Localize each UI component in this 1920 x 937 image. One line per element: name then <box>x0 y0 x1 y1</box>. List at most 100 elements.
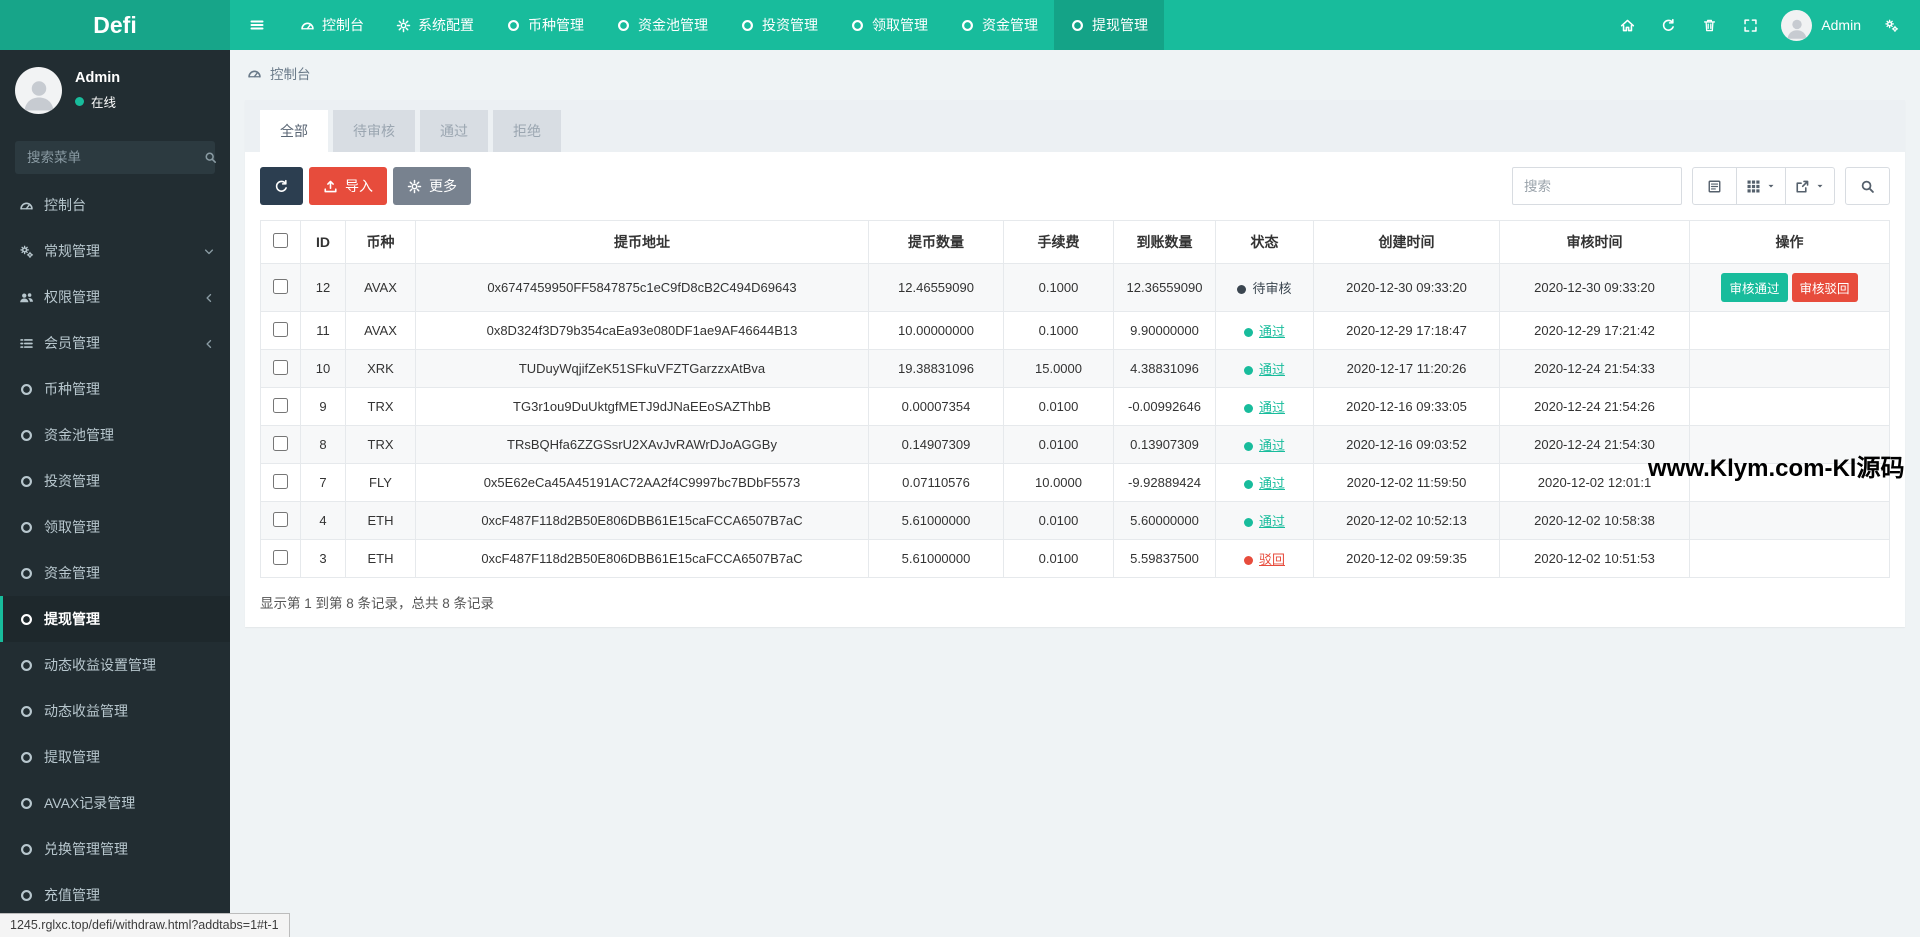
circle-icon <box>19 566 34 581</box>
sidebar-item-7[interactable]: 领取管理 <box>0 504 230 550</box>
sidebar-item-0[interactable]: 控制台 <box>0 182 230 228</box>
tab-2[interactable]: 通过 <box>420 110 488 152</box>
status-badge[interactable]: 通过 <box>1244 324 1285 339</box>
nav-item-5[interactable]: 领取管理 <box>834 0 944 50</box>
row-select-cell <box>261 540 301 578</box>
select-all-checkbox[interactable] <box>273 233 288 248</box>
sidebar-item-6[interactable]: 投资管理 <box>0 458 230 504</box>
cell-status: 通过 <box>1216 312 1314 350</box>
cell-withdraw-address: TRsBQHfa6ZZGSsrU2XAvJvRAWrDJoAGGBy <box>416 426 869 464</box>
filter-tabs: 全部 待审核 通过 拒绝 <box>260 110 1890 152</box>
user-menu[interactable]: Admin <box>1771 10 1871 41</box>
refresh-button[interactable] <box>1648 0 1689 50</box>
row-select-cell <box>261 426 301 464</box>
cell-amount: 0.00007354 <box>869 388 1004 426</box>
menu-search-input[interactable] <box>27 150 204 165</box>
cell-id: 11 <box>301 312 346 350</box>
cell-coin: FLY <box>346 464 416 502</box>
row-checkbox[interactable] <box>273 360 288 375</box>
sidebar-toggle-button[interactable] <box>230 0 284 50</box>
sidebar-item-label: 充值管理 <box>44 885 100 905</box>
cell-actions <box>1690 350 1890 388</box>
row-checkbox[interactable] <box>273 322 288 337</box>
row-checkbox[interactable] <box>273 512 288 527</box>
sidebar-item-12[interactable]: 提取管理 <box>0 734 230 780</box>
export-button[interactable] <box>1785 167 1835 205</box>
sidebar-item-4[interactable]: 币种管理 <box>0 366 230 412</box>
cell-amount: 5.61000000 <box>869 502 1004 540</box>
nav-item-7[interactable]: 提现管理 <box>1054 0 1164 50</box>
sidebar-search <box>15 141 215 174</box>
sidebar-item-8[interactable]: 资金管理 <box>0 550 230 596</box>
cell-received: -9.92889424 <box>1114 464 1216 502</box>
table-search-input[interactable] <box>1512 167 1682 205</box>
tab-0[interactable]: 全部 <box>260 110 328 152</box>
table-row: 7 FLY 0x5E62eCa45A45191AC72AA2f4C9997bc7… <box>261 464 1890 502</box>
tab-label: 全部 <box>280 123 308 139</box>
settings-button[interactable] <box>1871 0 1912 50</box>
cell-created-time: 2020-12-16 09:33:05 <box>1314 388 1500 426</box>
sidebar-item-14[interactable]: 兑换管理管理 <box>0 826 230 872</box>
status-badge[interactable]: 通过 <box>1244 400 1285 415</box>
status-badge[interactable]: 通过 <box>1244 514 1285 529</box>
sidebar-item-2[interactable]: 权限管理 <box>0 274 230 320</box>
status-badge[interactable]: 驳回 <box>1244 552 1285 567</box>
refresh-table-button[interactable] <box>260 167 303 205</box>
search-toggle-button[interactable] <box>1845 167 1890 205</box>
online-status-dot <box>75 97 84 106</box>
sidebar-item-9[interactable]: 提现管理 <box>0 596 230 642</box>
columns-toggle-button[interactable] <box>1736 167 1786 205</box>
cell-amount: 12.46559090 <box>869 264 1004 312</box>
nav-item-2[interactable]: 币种管理 <box>490 0 600 50</box>
reject-button[interactable]: 审核驳回 <box>1792 273 1858 302</box>
sidebar-item-11[interactable]: 动态收益管理 <box>0 688 230 734</box>
status-badge[interactable]: 通过 <box>1244 438 1285 453</box>
tab-3[interactable]: 拒绝 <box>493 110 561 152</box>
row-checkbox[interactable] <box>273 398 288 413</box>
cell-coin: ETH <box>346 540 416 578</box>
nav-item-6[interactable]: 资金管理 <box>944 0 1054 50</box>
cell-fee: 0.0100 <box>1004 388 1114 426</box>
more-button[interactable]: 更多 <box>393 167 471 205</box>
nav-item-3[interactable]: 资金池管理 <box>600 0 724 50</box>
circle-icon <box>19 382 34 397</box>
nav-item-1[interactable]: 系统配置 <box>380 0 490 50</box>
tab-1[interactable]: 待审核 <box>333 110 415 152</box>
sidebar-item-1[interactable]: 常规管理 <box>0 228 230 274</box>
fullscreen-button[interactable] <box>1730 0 1771 50</box>
row-checkbox[interactable] <box>273 474 288 489</box>
row-checkbox[interactable] <box>273 550 288 565</box>
col-header-9: 操作 <box>1690 221 1890 264</box>
sidebar-item-3[interactable]: 会员管理 <box>0 320 230 366</box>
paging-toggle-button[interactable] <box>1692 167 1737 205</box>
col-header-5: 到账数量 <box>1114 221 1216 264</box>
status-badge[interactable]: 通过 <box>1244 362 1285 377</box>
main-content: 控制台 全部 待审核 通过 拒绝 导入 <box>230 50 1920 937</box>
sidebar-item-10[interactable]: 动态收益设置管理 <box>0 642 230 688</box>
cell-withdraw-address: 0x5E62eCa45A45191AC72AA2f4C9997bc7BDbF55… <box>416 464 869 502</box>
table-header-row: ID币种提币地址提币数量手续费到账数量状态创建时间审核时间操作 <box>261 221 1890 264</box>
clear-cache-button[interactable] <box>1689 0 1730 50</box>
nav-item-4[interactable]: 投资管理 <box>724 0 834 50</box>
circle-icon <box>850 18 865 33</box>
sidebar-user-panel: Admin 在线 <box>0 50 230 128</box>
sidebar-item-15[interactable]: 充值管理 <box>0 872 230 918</box>
more-label: 更多 <box>429 176 457 196</box>
home-button[interactable] <box>1607 0 1648 50</box>
status-badge[interactable]: 通过 <box>1244 476 1285 491</box>
row-checkbox[interactable] <box>273 279 288 294</box>
import-button[interactable]: 导入 <box>309 167 387 205</box>
status-label: 通过 <box>1259 362 1285 377</box>
circle-icon <box>19 704 34 719</box>
sidebar-item-label: 兑换管理管理 <box>44 839 128 859</box>
approve-button[interactable]: 审核通过 <box>1721 273 1787 302</box>
nav-item-0[interactable]: 控制台 <box>284 0 380 50</box>
status-badge: 待审核 <box>1237 281 1291 296</box>
cell-coin: XRK <box>346 350 416 388</box>
sidebar-item-13[interactable]: AVAX记录管理 <box>0 780 230 826</box>
cell-fee: 15.0000 <box>1004 350 1114 388</box>
upload-icon <box>323 179 338 194</box>
sidebar-item-5[interactable]: 资金池管理 <box>0 412 230 458</box>
cell-actions <box>1690 388 1890 426</box>
row-checkbox[interactable] <box>273 436 288 451</box>
